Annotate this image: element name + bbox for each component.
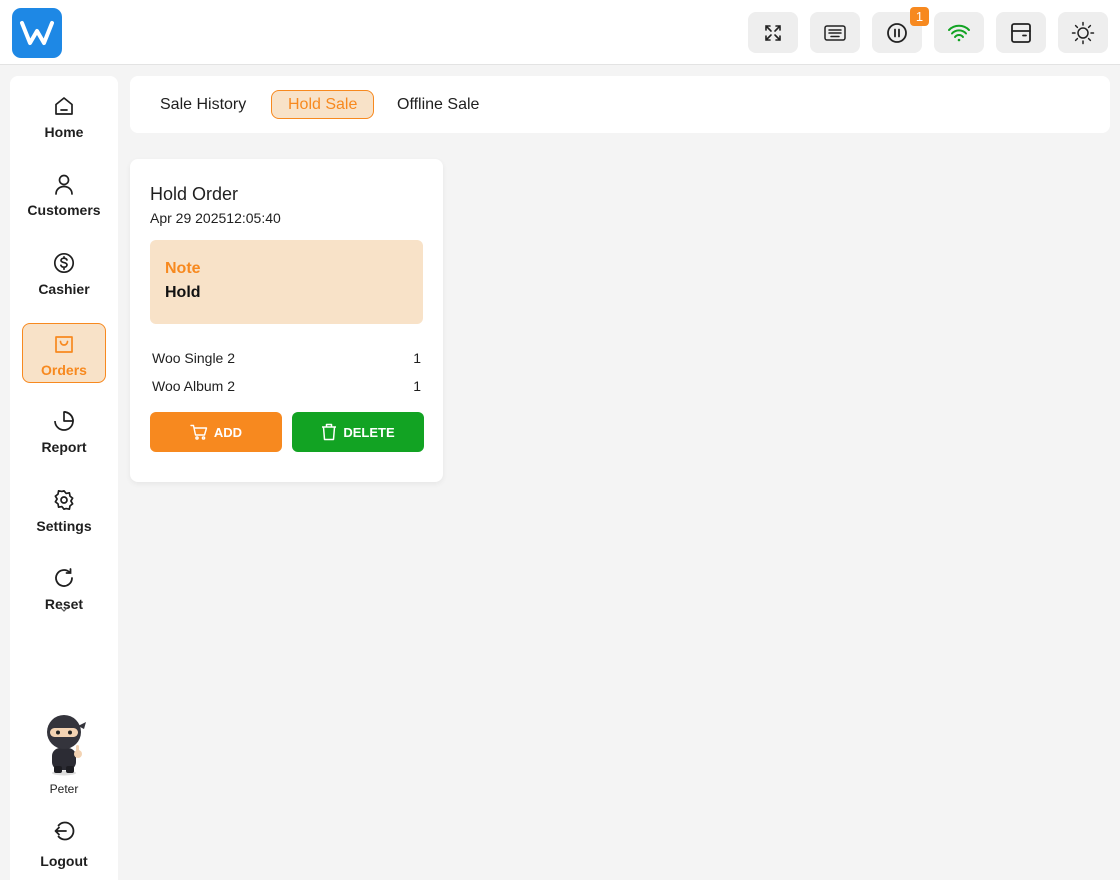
sidebar-item-label: Orders xyxy=(41,362,87,378)
sidebar-item-label: Cashier xyxy=(38,281,90,297)
user-name: Peter xyxy=(49,782,79,796)
sidebar: Home Customers Cashier Orders Report Set… xyxy=(10,76,118,880)
sun-icon xyxy=(1071,21,1095,44)
keyboard-button[interactable] xyxy=(810,12,860,53)
order-title: Hold Order xyxy=(150,184,239,204)
sidebar-item-label: Settings xyxy=(36,518,92,534)
home-icon xyxy=(52,94,76,118)
item-quantity: 1 xyxy=(413,350,421,366)
note-label: Note xyxy=(165,260,201,277)
sidebar-item-label: Customers xyxy=(27,202,101,218)
order-date: Apr 29 202512:05:40 xyxy=(150,210,281,226)
shopping-bag-icon xyxy=(52,332,76,356)
pause-icon xyxy=(887,22,907,43)
logout-button[interactable]: Logout xyxy=(22,820,106,876)
notification-badge: 1 xyxy=(910,7,929,26)
chevron-down-icon xyxy=(59,606,69,612)
top-bar: 1 xyxy=(0,0,1120,65)
sidebar-item-home[interactable]: Home xyxy=(22,86,106,146)
fullscreen-icon xyxy=(765,24,781,41)
sidebar-item-settings[interactable]: Settings xyxy=(22,480,106,540)
trash-icon xyxy=(322,423,337,441)
avatar[interactable] xyxy=(38,712,90,776)
wifi-icon xyxy=(948,24,970,41)
sidebar-item-label: Report xyxy=(41,439,87,455)
item-quantity: 1 xyxy=(413,378,421,394)
add-label: ADD xyxy=(213,424,243,440)
cart-icon xyxy=(190,424,208,440)
add-to-cart-button[interactable]: ADD xyxy=(150,412,282,452)
item-name: Woo Single 2 xyxy=(152,350,236,366)
fullscreen-button[interactable] xyxy=(748,12,798,53)
delete-order-button[interactable]: DELETE xyxy=(292,412,424,452)
order-note: Note Hold xyxy=(150,240,423,324)
hold-order-card: Hold Order Apr 29 202512:05:40 Note Hold… xyxy=(130,159,443,482)
sidebar-item-cashier[interactable]: Cashier xyxy=(22,243,106,303)
gear-icon xyxy=(52,488,76,512)
tab-sale-history[interactable]: Sale History xyxy=(144,90,262,119)
pie-chart-icon xyxy=(52,409,76,433)
user-icon xyxy=(52,172,76,196)
order-tabs: Sale History Hold Sale Offline Sale xyxy=(130,76,1110,133)
list-item: Woo Album 2 1 xyxy=(152,378,421,398)
theme-toggle-button[interactable] xyxy=(1058,12,1108,53)
cash-drawer-button[interactable] xyxy=(996,12,1046,53)
cash-drawer-icon xyxy=(1011,22,1031,43)
item-name: Woo Album 2 xyxy=(152,378,236,394)
refresh-icon xyxy=(52,566,76,590)
note-text: Hold xyxy=(165,284,201,301)
logout-label: Logout xyxy=(40,853,88,869)
list-item: Woo Single 2 1 xyxy=(152,350,421,370)
dollar-icon xyxy=(52,251,76,275)
hold-orders-button[interactable]: 1 xyxy=(872,7,929,53)
sidebar-item-label: Home xyxy=(44,124,84,140)
sidebar-item-report[interactable]: Report xyxy=(22,401,106,461)
logo-icon xyxy=(20,21,54,45)
wifi-status-button[interactable] xyxy=(934,12,984,53)
tab-offline-sale[interactable]: Offline Sale xyxy=(381,90,495,119)
keyboard-icon xyxy=(824,24,846,41)
sidebar-item-orders[interactable]: Orders xyxy=(22,323,106,383)
logout-icon xyxy=(53,820,75,847)
sidebar-item-customers[interactable]: Customers xyxy=(22,164,106,224)
tab-hold-sale[interactable]: Hold Sale xyxy=(271,90,375,119)
delete-label: DELETE xyxy=(343,424,395,440)
app-logo[interactable] xyxy=(12,8,62,58)
